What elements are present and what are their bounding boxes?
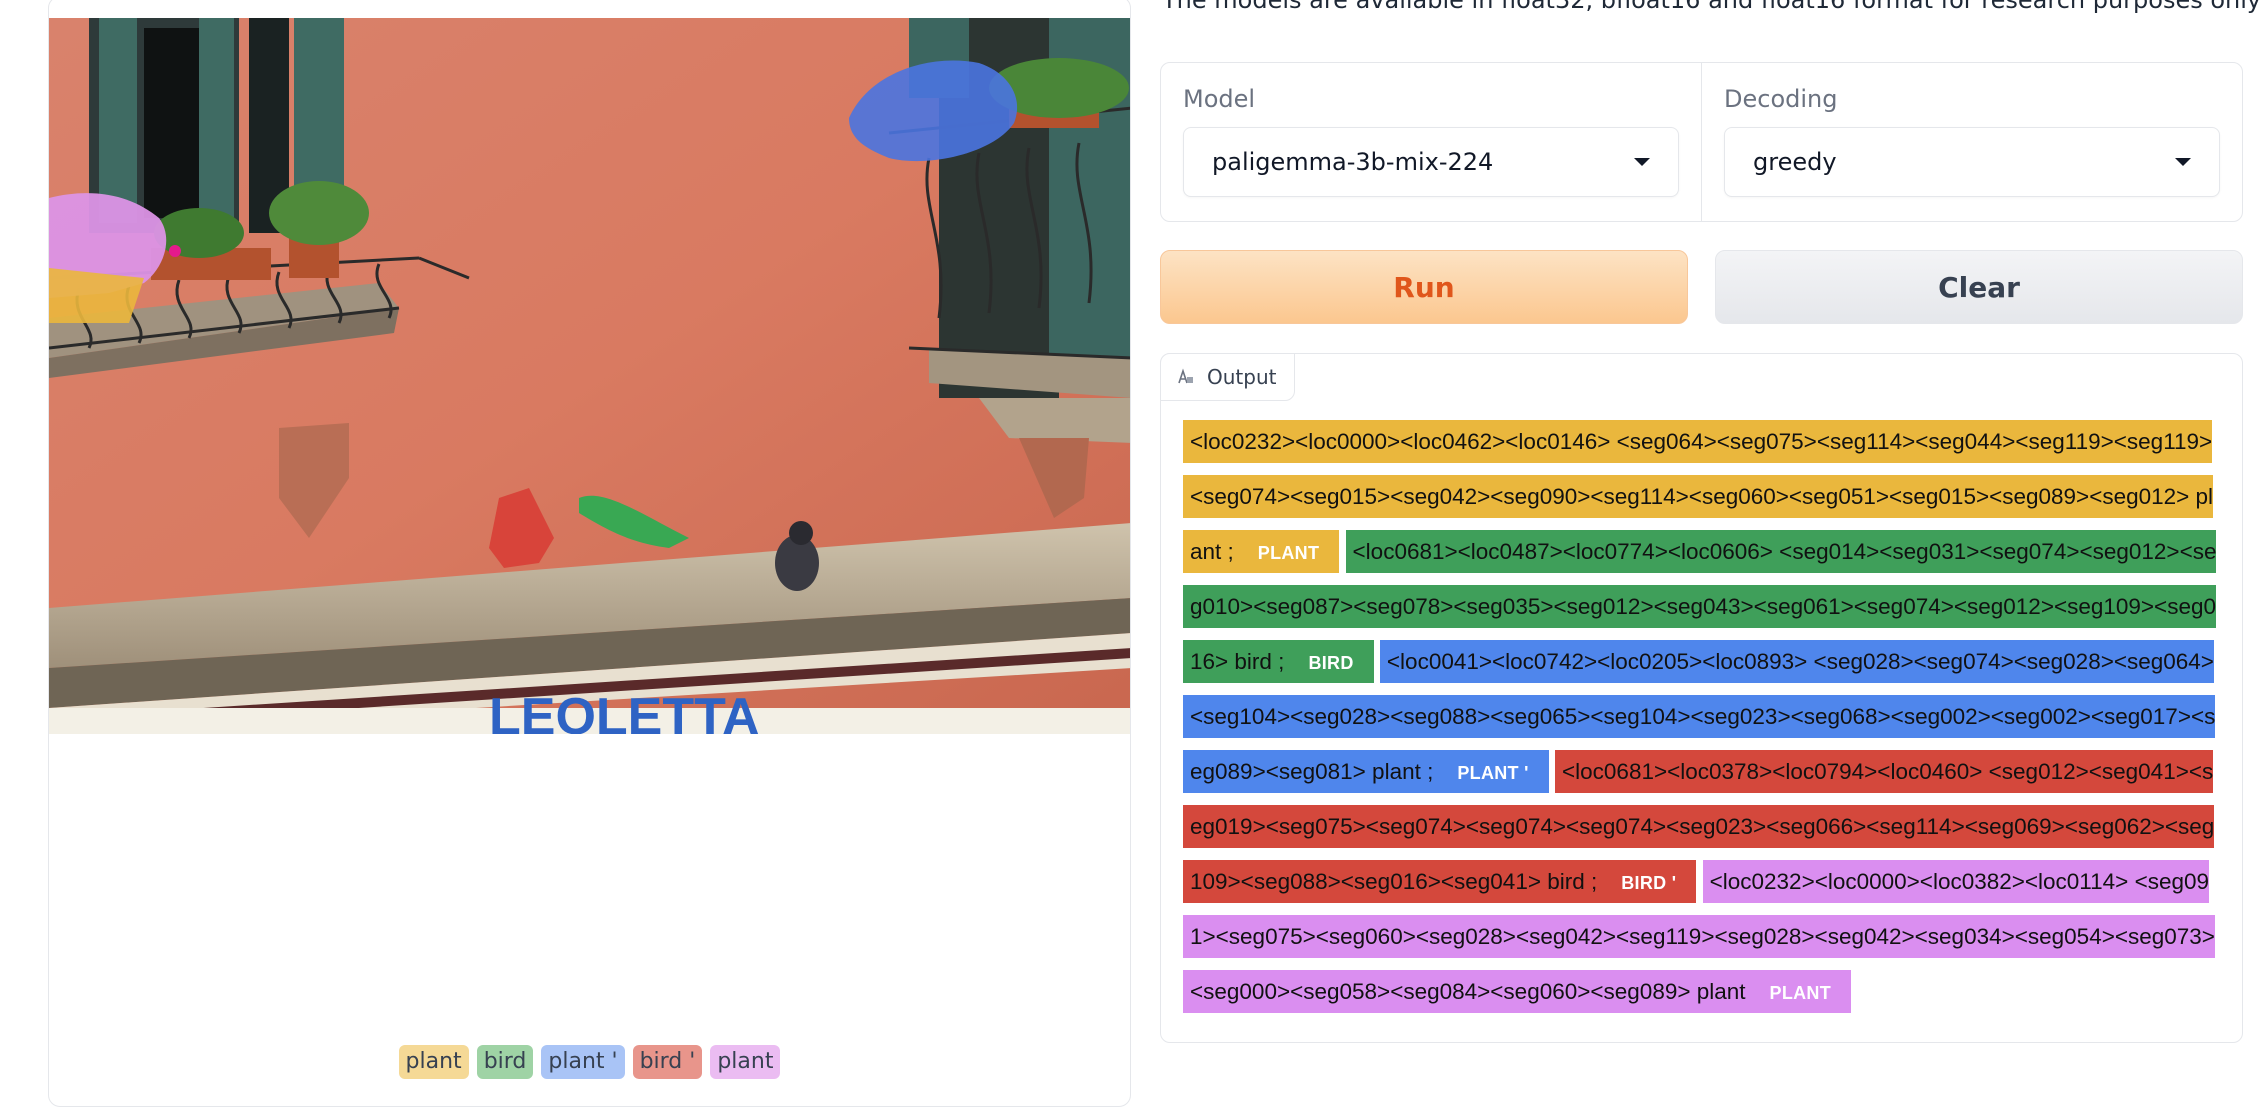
legend-chip-plant-2: plant ' <box>541 1045 625 1079</box>
model-setting: Model paligemma-3b-mix-224 <box>1161 63 1701 221</box>
decoding-dropdown[interactable]: greedy <box>1724 127 2220 197</box>
output-segment-label: PLANT ' <box>1443 754 1543 792</box>
highlight-text-icon <box>1178 368 1193 384</box>
output-segment-label: PLANT <box>1243 534 1334 572</box>
model-dropdown-value: paligemma-3b-mix-224 <box>1212 148 1494 176</box>
intro-text: The models are available in float32, bfl… <box>1162 0 2260 14</box>
decoding-setting: Decoding greedy <box>1701 63 2242 221</box>
decoding-label: Decoding <box>1724 85 1838 113</box>
output-tab-label: Output <box>1207 365 1277 389</box>
settings-block: Model paligemma-3b-mix-224 Decoding gree… <box>1160 62 2243 222</box>
model-label: Model <box>1183 85 1256 113</box>
segmentation-legend: plant bird plant ' bird ' plant <box>49 1045 1130 1079</box>
legend-chip-plant: plant <box>398 1045 469 1079</box>
chevron-down-icon <box>1634 158 1650 166</box>
legend-chip-bird: bird <box>476 1045 534 1079</box>
awning-sign-text: LEOLETTA <box>489 688 760 734</box>
clear-button[interactable]: Clear <box>1715 250 2243 324</box>
highlighted-output-text: <loc0232><loc0000><loc0462><loc0146> <se… <box>1183 414 2219 1019</box>
legend-chip-bird-2: bird ' <box>632 1045 703 1079</box>
output-tab: Output <box>1160 353 1296 401</box>
legend-chip-plant-3: plant <box>710 1045 781 1079</box>
chevron-down-icon <box>2175 158 2191 166</box>
decoding-dropdown-value: greedy <box>1753 148 1837 176</box>
output-panel: Output <loc0232><loc0000><loc0462><loc01… <box>1160 353 2243 1043</box>
run-button[interactable]: Run <box>1160 250 1688 324</box>
output-segment-label: BIRD ' <box>1607 864 1691 902</box>
annotated-image-panel: LEOLETTA plant bird plant ' bird ' plant <box>48 0 1131 1107</box>
output-segment-label: BIRD <box>1294 644 1368 682</box>
annotated-image: LEOLETTA <box>49 18 1130 734</box>
output-segment-label: PLANT <box>1755 974 1846 1012</box>
model-dropdown[interactable]: paligemma-3b-mix-224 <box>1183 127 1679 197</box>
